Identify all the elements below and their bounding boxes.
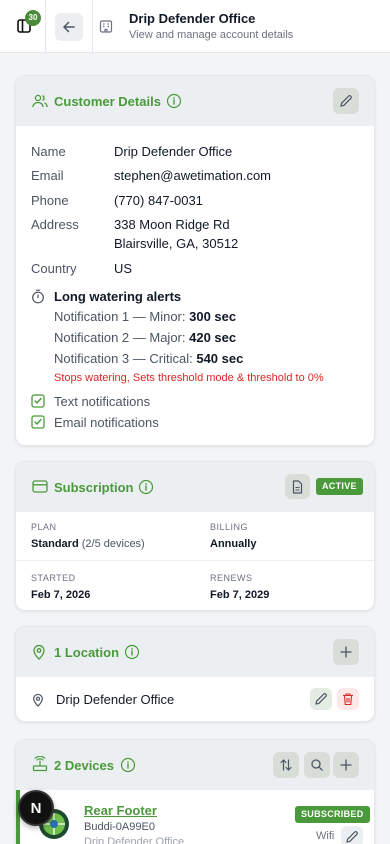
- started-value: Feb 7, 2026: [31, 589, 91, 601]
- notification-2-value: 420 sec: [189, 330, 237, 345]
- delete-location-button[interactable]: [337, 688, 359, 710]
- notification-1-label: Notification 1 — Minor:: [54, 309, 186, 324]
- info-icon[interactable]: [138, 479, 154, 495]
- divider: [92, 0, 93, 52]
- devices-card: 2 Devices Rear Footer Buddi-0A99E0 Drip …: [15, 739, 375, 844]
- back-button[interactable]: [55, 13, 83, 41]
- country-value: US: [114, 261, 133, 276]
- notification-3-label: Notification 3 — Critical:: [54, 351, 193, 366]
- notification-badge: 30: [25, 10, 41, 26]
- sort-devices-button[interactable]: [273, 752, 299, 778]
- sort-icon: [280, 759, 292, 771]
- subscription-header: Subscription ACTIVE: [16, 462, 374, 512]
- plan-name: Standard: [31, 538, 79, 550]
- plan-value: Standard (2/5 devices): [31, 538, 145, 550]
- plan-devices: (2/5 devices): [81, 538, 145, 550]
- document-icon: [292, 480, 303, 494]
- locations-header: 1 Location: [16, 627, 374, 677]
- checkbox-checked-icon[interactable]: [31, 415, 45, 429]
- notification-2-label: Notification 2 — Major:: [54, 330, 186, 345]
- add-device-button[interactable]: [333, 752, 359, 778]
- device-name-link[interactable]: Rear Footer: [84, 803, 157, 818]
- fab-letter: N: [30, 800, 42, 817]
- info-icon[interactable]: [124, 644, 140, 660]
- email-value: stephen@awetimation.com: [114, 168, 271, 183]
- email-label: Email: [31, 168, 64, 183]
- page-title: Drip Defender Office: [129, 11, 256, 26]
- device-location: Drip Defender Office: [84, 836, 185, 844]
- notification-2: Notification 2 — Major: 420 sec: [54, 330, 236, 345]
- map-pin-icon: [33, 644, 45, 660]
- device-id: Buddi-0A99E0: [84, 821, 155, 833]
- subscribed-badge: SUBSCRIBED: [295, 806, 370, 823]
- address-line2: Blairsville, GA, 30512: [114, 236, 239, 251]
- list-item[interactable]: Rear Footer Buddi-0A99E0 Drip Defender O…: [16, 790, 374, 844]
- customer-details-card: Customer Details Name Drip Defender Offi…: [15, 75, 375, 446]
- edit-customer-button[interactable]: [333, 88, 359, 114]
- alerts-title: Long watering alerts: [54, 289, 182, 304]
- renews-value: Feb 7, 2029: [210, 589, 270, 601]
- location-name: Drip Defender Office: [56, 692, 175, 707]
- plan-label: PLAN: [31, 522, 57, 532]
- search-icon: [311, 759, 323, 771]
- text-notifications-label: Text notifications: [54, 394, 151, 409]
- map-pin-icon: [33, 693, 43, 707]
- devices-title: 2 Devices: [54, 758, 114, 773]
- floating-action-button[interactable]: N: [18, 790, 54, 826]
- info-icon[interactable]: [120, 757, 136, 773]
- phone-value: (770) 847-0031: [114, 193, 203, 208]
- invoice-button[interactable]: [285, 474, 310, 499]
- name-value: Drip Defender Office: [114, 144, 233, 159]
- customer-details-header: Customer Details: [16, 76, 374, 126]
- divider: [16, 560, 374, 561]
- name-label: Name: [31, 144, 66, 159]
- notification-3-value: 540 sec: [196, 351, 244, 366]
- timer-icon: [32, 289, 44, 304]
- plus-icon: [340, 646, 352, 658]
- info-icon[interactable]: [166, 93, 182, 109]
- pencil-icon: [315, 693, 327, 705]
- credit-card-icon: [32, 480, 48, 493]
- billing-value: Annually: [210, 538, 257, 550]
- sidebar-toggle-button[interactable]: 30: [0, 0, 46, 52]
- add-location-button[interactable]: [333, 639, 359, 665]
- pencil-icon: [346, 831, 358, 843]
- critical-warning: Stops watering, Sets threshold mode & th…: [54, 372, 324, 384]
- router-icon: [32, 756, 48, 772]
- status-badge: ACTIVE: [316, 478, 363, 495]
- users-icon: [32, 94, 48, 108]
- plus-icon: [340, 759, 352, 771]
- page-subtitle: View and manage account details: [129, 29, 294, 41]
- billing-label: BILLING: [210, 522, 249, 532]
- renews-label: RENEWS: [210, 573, 253, 583]
- locations-title: 1 Location: [54, 645, 120, 660]
- phone-label: Phone: [31, 193, 69, 208]
- edit-device-button[interactable]: [341, 826, 363, 844]
- address-line1: 338 Moon Ridge Rd: [114, 217, 230, 232]
- top-bar: 30 Drip Defender Office View and manage …: [0, 0, 390, 53]
- customer-details-title: Customer Details: [54, 94, 161, 109]
- notification-1: Notification 1 — Minor: 300 sec: [54, 309, 236, 324]
- subscription-card: Subscription ACTIVE PLAN Standard (2/5 d…: [15, 461, 375, 611]
- notification-1-value: 300 sec: [189, 309, 237, 324]
- country-label: Country: [31, 261, 77, 276]
- trash-icon: [343, 693, 353, 706]
- email-notifications-label: Email notifications: [54, 415, 159, 430]
- locations-card: 1 Location Drip Defender Office: [15, 626, 375, 722]
- address-label: Address: [31, 217, 79, 232]
- checkbox-checked-icon[interactable]: [31, 394, 45, 408]
- subscription-title: Subscription: [54, 480, 134, 495]
- started-label: STARTED: [31, 573, 76, 583]
- pencil-icon: [340, 95, 352, 107]
- building-icon: [99, 20, 113, 33]
- arrow-left-icon: [63, 21, 75, 33]
- devices-header: 2 Devices: [16, 740, 374, 790]
- connection-type: Wifi: [316, 830, 335, 842]
- search-devices-button[interactable]: [304, 752, 330, 778]
- notification-3: Notification 3 — Critical: 540 sec: [54, 351, 243, 366]
- list-item[interactable]: Drip Defender Office: [16, 677, 374, 721]
- edit-location-button[interactable]: [310, 688, 332, 710]
